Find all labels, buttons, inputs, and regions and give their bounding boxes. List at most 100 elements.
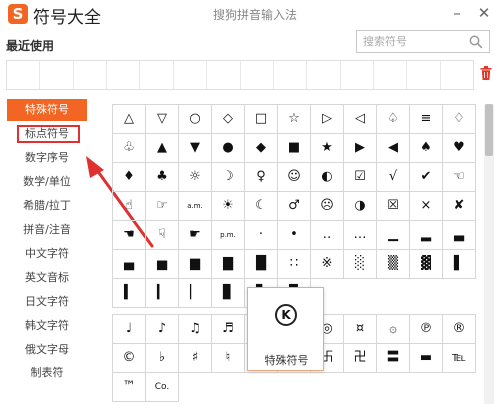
symbol-cell[interactable]: ▓: [410, 250, 443, 279]
recent-slot[interactable]: [174, 61, 208, 89]
symbol-cell[interactable]: ░: [344, 250, 377, 279]
symbol-cell[interactable]: ♫: [179, 315, 212, 344]
symbol-cell[interactable]: ▂: [410, 221, 443, 250]
symbol-cell[interactable]: ☜: [443, 163, 476, 192]
symbol-cell[interactable]: •: [278, 221, 311, 250]
symbol-cell[interactable]: ™: [113, 373, 146, 402]
symbol-cell[interactable]: ▶: [344, 134, 377, 163]
symbol-cell[interactable]: …: [344, 221, 377, 250]
recent-slot[interactable]: [274, 61, 308, 89]
sidebar-item-pinyin-zhuyin[interactable]: 拼音/注音: [7, 219, 87, 241]
symbol-cell[interactable]: ◁: [344, 105, 377, 134]
recent-slot[interactable]: [107, 61, 141, 89]
recent-slot[interactable]: [407, 61, 441, 89]
symbol-cell[interactable]: ☾: [245, 192, 278, 221]
symbol-cell[interactable]: ®: [443, 315, 476, 344]
symbol-cell[interactable]: ◇: [212, 105, 245, 134]
symbol-cell[interactable]: ×: [410, 192, 443, 221]
symbol-cell[interactable]: ·: [245, 221, 278, 250]
symbol-cell[interactable]: █: [245, 250, 278, 279]
symbol-cell[interactable]: ☼: [179, 163, 212, 192]
symbol-cell[interactable]: ◀: [377, 134, 410, 163]
symbol-cell[interactable]: ▼: [179, 134, 212, 163]
close-button[interactable]: ✕: [472, 2, 496, 24]
symbol-cell[interactable]: ○: [179, 105, 212, 134]
search-box[interactable]: [356, 30, 490, 53]
symbol-cell[interactable]: ▏: [179, 279, 212, 308]
symbol-cell[interactable]: ☞: [146, 192, 179, 221]
symbol-cell[interactable]: ¤: [344, 315, 377, 344]
symbol-cell[interactable]: ▄: [113, 250, 146, 279]
symbol-cell[interactable]: ♮: [212, 344, 245, 373]
symbol-cell[interactable]: □: [245, 105, 278, 134]
symbol-cell[interactable]: ∷: [278, 250, 311, 279]
sidebar-item-korean-chars[interactable]: 韩文字符: [7, 315, 87, 337]
symbol-cell[interactable]: ◆: [245, 134, 278, 163]
recent-slot[interactable]: [341, 61, 374, 89]
symbol-cell[interactable]: ▇: [212, 250, 245, 279]
search-icon[interactable]: [469, 35, 483, 49]
trash-icon[interactable]: [480, 66, 492, 80]
sidebar-item-english-phonetics[interactable]: 英文音标: [7, 267, 87, 289]
recent-slot[interactable]: [140, 61, 174, 89]
symbol-cell[interactable]: ☺: [278, 163, 311, 192]
recent-slot[interactable]: [441, 61, 473, 89]
symbol-cell[interactable]: ♩: [113, 315, 146, 344]
symbol-cell[interactable]: ☆: [278, 105, 311, 134]
sidebar-item-greek-latin[interactable]: 希腊/拉丁: [7, 195, 87, 217]
symbol-cell[interactable]: ☽: [212, 163, 245, 192]
sidebar-item-math-units[interactable]: 数学/单位: [7, 171, 87, 193]
symbol-cell[interactable]: ☑: [344, 163, 377, 192]
symbol-cell[interactable]: ♥: [443, 134, 476, 163]
recent-slot[interactable]: [374, 61, 408, 89]
symbol-cell[interactable]: ℗: [410, 315, 443, 344]
symbol-cell[interactable]: ●: [212, 134, 245, 163]
symbol-cell[interactable]: a.m.: [179, 192, 212, 221]
symbol-cell[interactable]: ‥: [311, 221, 344, 250]
symbol-cell[interactable]: ☛: [179, 221, 212, 250]
symbol-cell[interactable]: ©: [113, 344, 146, 373]
recent-slot[interactable]: [7, 61, 41, 89]
symbol-cell[interactable]: ≡: [410, 105, 443, 134]
symbol-cell[interactable]: ☟: [146, 221, 179, 250]
recent-slot[interactable]: [74, 61, 108, 89]
symbol-cell[interactable]: ▒: [377, 250, 410, 279]
symbol-cell[interactable]: ♬: [212, 315, 245, 344]
symbol-cell[interactable]: ▌: [443, 250, 476, 279]
symbol-cell[interactable]: ▊: [212, 279, 245, 308]
symbol-cell[interactable]: ♪: [146, 315, 179, 344]
symbol-cell[interactable]: ♦: [113, 163, 146, 192]
symbol-cell[interactable]: ℡: [443, 344, 476, 373]
symbol-cell[interactable]: ۞: [377, 315, 410, 344]
recent-slot[interactable]: [40, 61, 74, 89]
symbol-cell[interactable]: ▃: [443, 221, 476, 250]
symbol-cell[interactable]: ■: [278, 134, 311, 163]
sidebar-item-box-drawing[interactable]: 制表符: [7, 362, 87, 384]
symbol-cell[interactable]: ✘: [443, 192, 476, 221]
recent-slot[interactable]: [241, 61, 274, 89]
symbol-cell[interactable]: ▍: [113, 279, 146, 308]
symbol-cell[interactable]: 〓: [377, 344, 410, 373]
symbol-cell[interactable]: ☒: [377, 192, 410, 221]
symbol-cell[interactable]: ▲: [146, 134, 179, 163]
sidebar-item-russian-letters[interactable]: 俄文字母: [7, 339, 87, 361]
scrollbar[interactable]: [484, 104, 494, 404]
symbol-cell[interactable]: ☚: [113, 221, 146, 250]
symbol-cell[interactable]: ☀: [212, 192, 245, 221]
search-input[interactable]: [363, 34, 463, 49]
symbol-cell[interactable]: ◐: [311, 163, 344, 192]
sidebar-item-special-symbols[interactable]: 特殊符号: [7, 99, 87, 121]
symbol-cell[interactable]: ※: [311, 250, 344, 279]
symbol-cell[interactable]: ▬: [410, 344, 443, 373]
sidebar-item-chinese-chars[interactable]: 中文字符: [7, 243, 87, 265]
symbol-cell[interactable]: ☝: [113, 192, 146, 221]
symbol-cell[interactable]: ▽: [146, 105, 179, 134]
scrollbar-thumb[interactable]: [485, 104, 493, 156]
sidebar-item-number-sequence[interactable]: 数字序号: [7, 147, 87, 169]
symbol-cell[interactable]: ♢: [443, 105, 476, 134]
symbol-cell[interactable]: ♂: [278, 192, 311, 221]
symbol-cell[interactable]: ✔: [410, 163, 443, 192]
symbol-cell[interactable]: ♭: [146, 344, 179, 373]
symbol-cell[interactable]: ♯: [179, 344, 212, 373]
symbol-cell[interactable]: ☹: [311, 192, 344, 221]
